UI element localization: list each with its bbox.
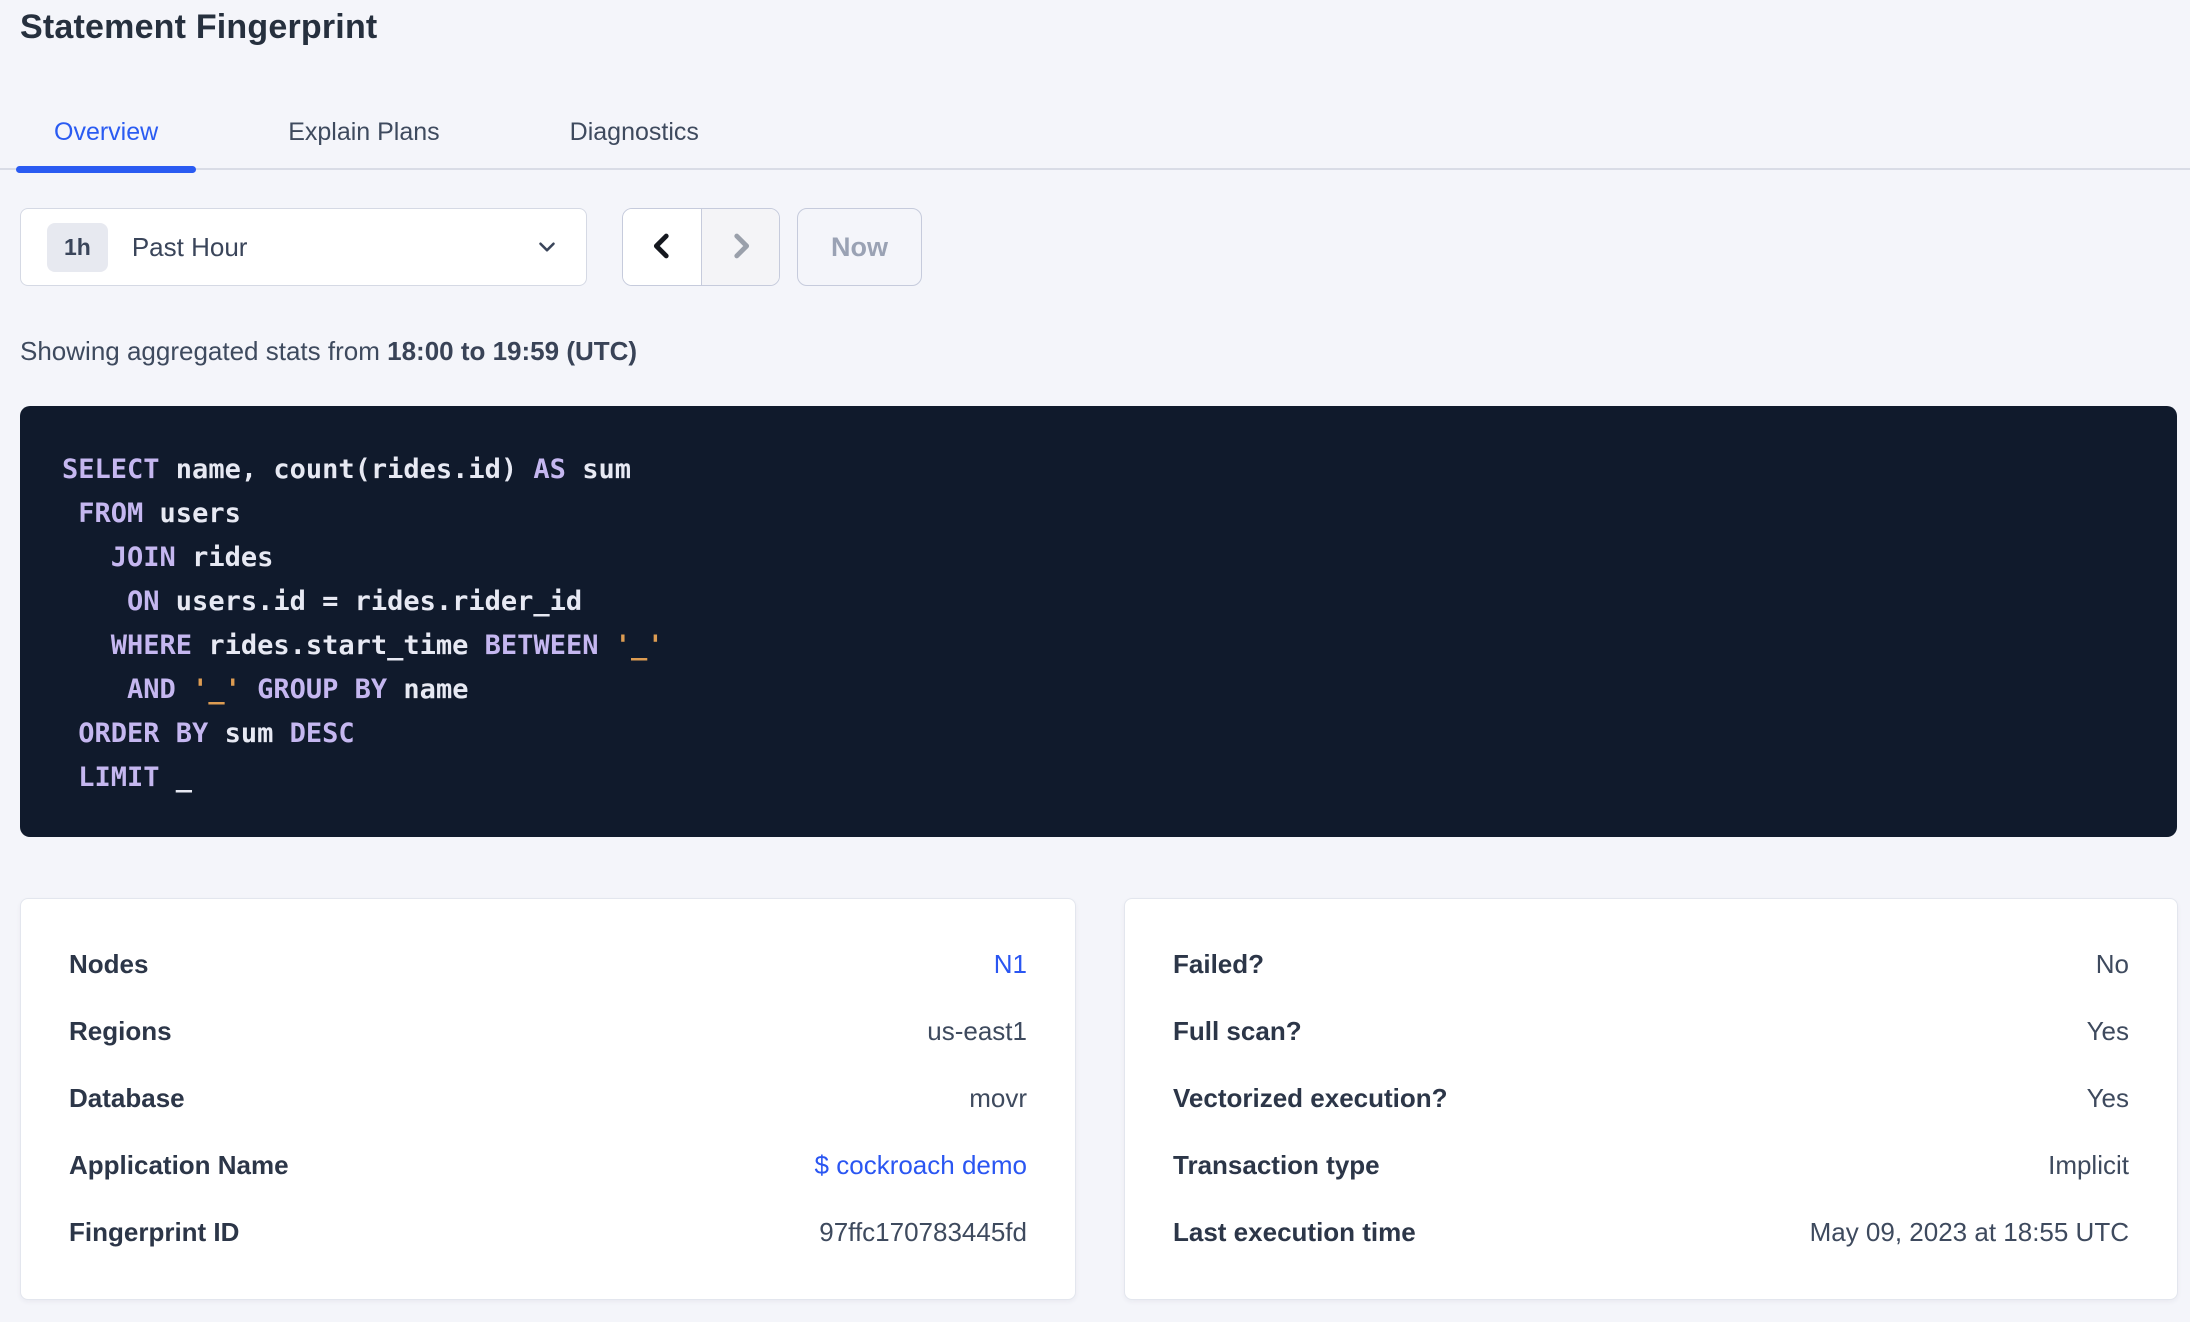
detail-label: Application Name <box>69 1150 289 1180</box>
sql-keyword: BETWEEN <box>484 630 599 661</box>
sql-keyword: AS <box>533 454 566 485</box>
detail-value-link[interactable]: N1 <box>994 949 1027 980</box>
sql-text: name, count(rides.id) <box>159 454 534 485</box>
chevron-down-icon <box>534 234 560 260</box>
sql-line: AND '_' GROUP BY name <box>62 668 2147 712</box>
tab-overview[interactable]: Overview <box>16 96 197 173</box>
sql-keyword: ORDER BY <box>78 718 209 749</box>
chevron-right-icon <box>724 229 758 266</box>
sql-line: ON users.id = rides.rider_id <box>62 580 2147 624</box>
detail-label: Database <box>69 1083 185 1113</box>
sql-text: sum <box>565 454 631 485</box>
sql-keyword: JOIN <box>110 542 176 573</box>
tab-diagnostics[interactable]: Diagnostics <box>532 96 737 168</box>
detail-value: No <box>2095 949 2129 979</box>
now-button-label: Now <box>831 231 888 262</box>
sql-text: users <box>143 498 241 529</box>
detail-row: Nodes N1 <box>69 931 1027 998</box>
detail-label: Regions <box>69 1016 172 1046</box>
detail-value: movr <box>969 1083 1027 1113</box>
sql-text: rides.start_time <box>192 630 485 661</box>
sql-string-literal: '_' <box>614 630 664 661</box>
tab-label: Diagnostics <box>569 117 699 146</box>
detail-row: Failed? No <box>1173 931 2129 998</box>
sql-keyword: SELECT <box>62 454 160 485</box>
stats-caption-range: 18:00 to 19:59 (UTC) <box>387 336 638 366</box>
sql-line: FROM users <box>62 492 2147 536</box>
detail-value: Yes <box>2086 1016 2129 1046</box>
page-title: Statement Fingerprint <box>20 8 378 46</box>
sql-line: SELECT name, count(rides.id) AS sum <box>62 448 2147 492</box>
detail-value: 97ffc170783445fd <box>819 1217 1027 1247</box>
tab-label: Overview <box>54 117 159 146</box>
detail-row: Fingerprint ID 97ffc170783445fd <box>69 1199 1027 1266</box>
sql-text: rides <box>175 542 274 573</box>
sql-keyword: DESC <box>289 718 355 749</box>
sql-keyword: ON <box>127 586 160 617</box>
sql-statement-box: SELECT name, count(rides.id) AS sum FROM… <box>20 406 2177 837</box>
prev-time-window-button[interactable] <box>623 209 701 285</box>
time-window-nav <box>622 208 780 286</box>
sql-text: name <box>387 674 469 705</box>
tab-bar: Overview Explain Plans Diagnostics <box>0 96 2190 173</box>
aggregated-stats-caption: Showing aggregated stats from 18:00 to 1… <box>20 336 637 367</box>
sql-line: WHERE rides.start_time BETWEEN '_' <box>62 624 2147 668</box>
sql-string-literal: '_' <box>192 674 241 705</box>
detail-row: Transaction type Implicit <box>1173 1132 2129 1199</box>
detail-row: Last execution time May 09, 2023 at 18:55… <box>1173 1199 2129 1266</box>
sql-keyword: GROUP BY <box>257 674 388 705</box>
detail-label: Vectorized execution? <box>1173 1083 1448 1113</box>
stats-caption-prefix: Showing aggregated stats from <box>20 336 388 366</box>
sql-keyword: FROM <box>78 498 144 529</box>
detail-value: May 09, 2023 at 18:55 UTC <box>1809 1217 2129 1247</box>
detail-row: Regions us-east1 <box>69 998 1027 1065</box>
detail-value-link[interactable]: $ cockroach demo <box>815 1150 1027 1181</box>
sql-keyword: AND <box>127 674 176 705</box>
sql-line: LIMIT _ <box>62 756 2147 800</box>
chevron-left-icon <box>645 229 679 266</box>
sql-code: SELECT name, count(rides.id) AS sum FROM… <box>62 448 2147 800</box>
detail-row: Application Name $ cockroach demo <box>69 1132 1027 1199</box>
detail-label: Last execution time <box>1173 1217 1416 1247</box>
detail-value: Implicit <box>2048 1150 2129 1180</box>
detail-row: Database movr <box>69 1065 1027 1132</box>
sql-line: ORDER BY sum DESC <box>62 712 2147 756</box>
time-range-label: Past Hour <box>131 231 248 262</box>
sql-text: sum <box>208 718 290 749</box>
tab-explain-plans[interactable]: Explain Plans <box>250 96 477 168</box>
now-button[interactable]: Now <box>797 208 922 286</box>
detail-label: Fingerprint ID <box>69 1217 240 1247</box>
statement-details-card-right: Failed? No Full scan? Yes Vectorized executi… <box>1124 898 2178 1300</box>
time-controls: 1h Past Hour Now <box>20 208 922 286</box>
detail-row: Vectorized execution? Yes <box>1173 1065 2129 1132</box>
statement-details-card-left: Nodes N1 Regions us-east1 Database movr Applic… <box>20 898 1076 1300</box>
time-interval-badge: 1h <box>47 222 108 272</box>
sql-keyword: WHERE <box>110 630 193 661</box>
tab-label: Explain Plans <box>288 117 440 146</box>
detail-label: Transaction type <box>1173 1150 1380 1180</box>
sql-keyword: LIMIT <box>78 762 160 793</box>
detail-row: Full scan? Yes <box>1173 998 2129 1065</box>
sql-text: _ <box>159 762 193 793</box>
detail-label: Full scan? <box>1173 1016 1302 1046</box>
detail-label: Failed? <box>1173 949 1265 979</box>
detail-value: Yes <box>2086 1083 2129 1113</box>
detail-value: us-east1 <box>927 1016 1027 1046</box>
next-time-window-button[interactable] <box>701 209 779 285</box>
sql-line: JOIN rides <box>62 536 2147 580</box>
detail-label: Nodes <box>69 949 149 979</box>
sql-text: users.id = rides.rider_id <box>159 586 583 617</box>
time-range-dropdown[interactable]: 1h Past Hour <box>20 208 587 286</box>
